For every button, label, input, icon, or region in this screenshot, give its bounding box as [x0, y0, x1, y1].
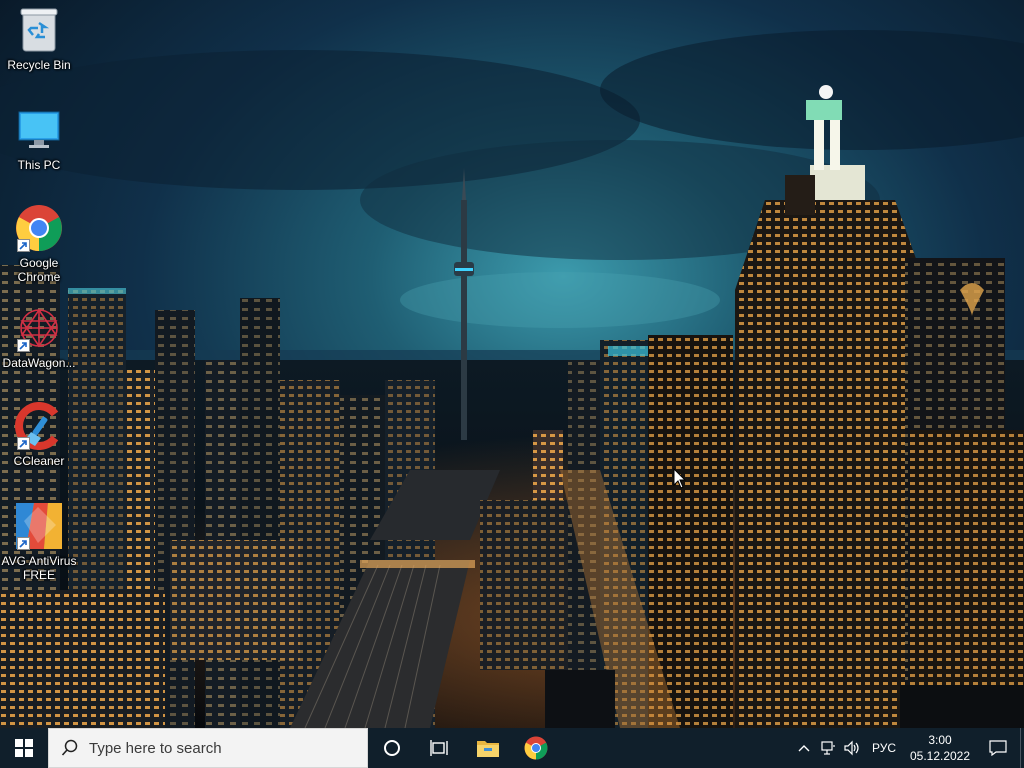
network-button[interactable] [816, 728, 840, 768]
avg-icon [15, 502, 63, 550]
desktop-wallpaper [0, 0, 1024, 728]
show-desktop-button[interactable] [1020, 728, 1024, 768]
shortcut-arrow-icon [17, 239, 30, 252]
desktop-icon-this-pc[interactable]: This PC [0, 106, 78, 172]
desktop-icon-datawagon[interactable]: DataWagon... [0, 304, 78, 370]
chevron-up-icon [798, 745, 810, 752]
file-explorer-icon [477, 741, 499, 757]
start-button[interactable] [0, 728, 48, 768]
desktop-icon-label: This PC [17, 158, 61, 172]
monitor-icon [15, 106, 63, 154]
desktop-icon-label: DataWagon... [2, 356, 76, 370]
ccleaner-icon [15, 402, 63, 450]
desktop-icon-avg-antivirus[interactable]: AVG AntiVirus FREE [0, 502, 78, 582]
search-icon [61, 739, 78, 756]
taskbar: Type here to search РУС 3:00 05.12.2022 [0, 728, 1024, 768]
windows-logo-icon [15, 739, 33, 757]
file-explorer-button[interactable] [464, 728, 512, 768]
cortana-button[interactable] [368, 728, 416, 768]
chrome-icon [524, 736, 548, 760]
volume-icon [844, 740, 859, 756]
desktop-icon-ccleaner[interactable]: CCleaner [0, 402, 78, 468]
taskbar-search-box[interactable]: Type here to search [48, 728, 368, 768]
chrome-icon [15, 204, 63, 252]
input-language-indicator[interactable]: РУС [864, 741, 904, 755]
datawagon-icon [15, 304, 63, 352]
cortana-icon [384, 740, 400, 756]
shortcut-arrow-icon [17, 437, 30, 450]
task-view-icon [430, 740, 448, 756]
network-icon [821, 741, 835, 755]
desktop-icon-label: Google Chrome [17, 256, 61, 284]
task-view-button[interactable] [416, 728, 464, 768]
action-center-button[interactable] [976, 728, 1020, 768]
clock[interactable]: 3:00 05.12.2022 [904, 732, 976, 764]
clock-date: 05.12.2022 [909, 749, 971, 763]
search-placeholder: Type here to search [89, 739, 222, 757]
desktop-icon-google-chrome[interactable]: Google Chrome [0, 204, 78, 284]
desktop-icon-recycle-bin[interactable]: Recycle Bin [0, 6, 78, 72]
show-hidden-icons-button[interactable] [792, 728, 816, 768]
volume-button[interactable] [840, 728, 864, 768]
notification-icon [989, 740, 1007, 756]
chrome-taskbar-button[interactable] [512, 728, 560, 768]
desktop-icon-label: Recycle Bin [7, 58, 71, 72]
shortcut-arrow-icon [17, 339, 30, 352]
clock-time: 3:00 [928, 733, 952, 747]
system-tray: РУС 3:00 05.12.2022 [792, 728, 1024, 768]
desktop-icon-label: AVG AntiVirus FREE [1, 554, 77, 582]
shortcut-arrow-icon [17, 537, 30, 550]
desktop-icon-label: CCleaner [13, 454, 65, 468]
recycle-bin-icon [15, 6, 63, 54]
